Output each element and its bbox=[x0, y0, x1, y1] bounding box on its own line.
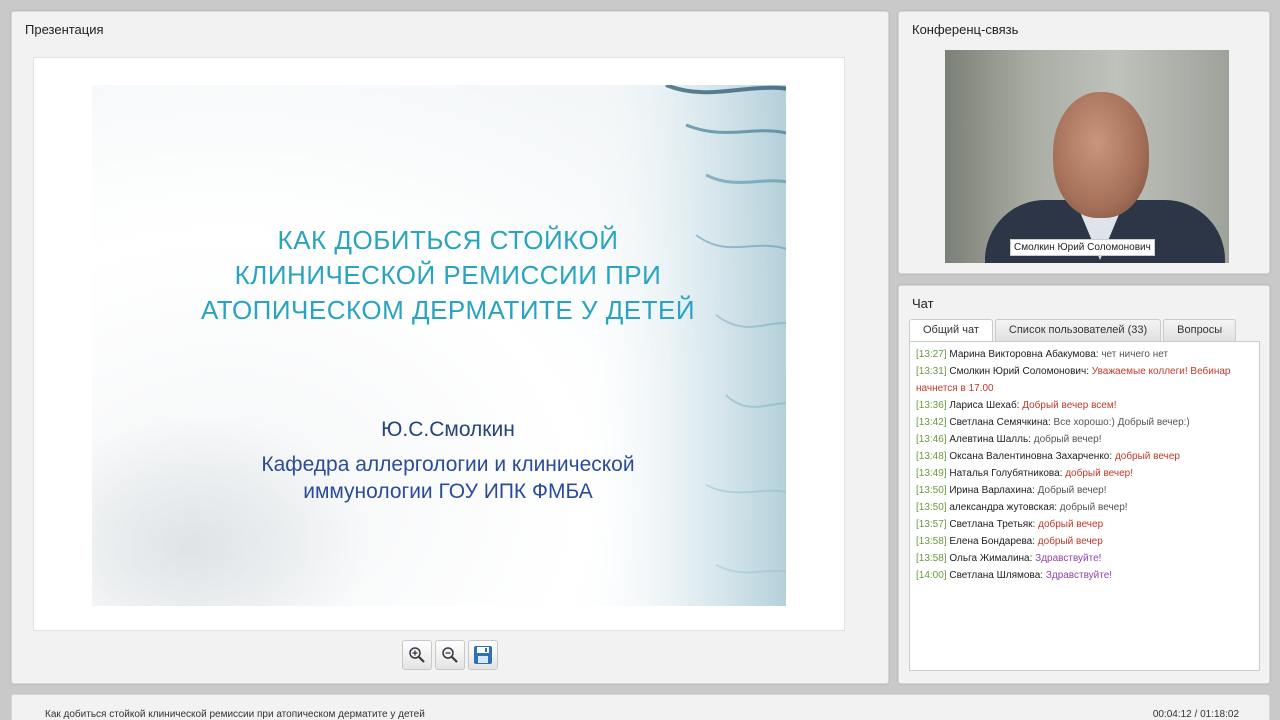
chat-message: [13:58] Елена Бондарева: добрый вечер bbox=[916, 533, 1253, 550]
chat-message: [14:00] Светлана Шлямова: Здравствуйте! bbox=[916, 567, 1253, 584]
chat-message: [13:46] Алевтина Шалль: добрый вечер! bbox=[916, 431, 1253, 448]
tab-user-list[interactable]: Список пользователей (33) bbox=[994, 319, 1162, 341]
chat-message: [13:57] Светлана Третьяк: добрый вечер bbox=[916, 516, 1253, 533]
chat-message-text: добрый вечер bbox=[1038, 519, 1104, 530]
chat-message-text: Здравствуйте! bbox=[1045, 570, 1113, 581]
chat-message-author: Алевтина Шалль: bbox=[946, 434, 1034, 445]
chat-message-time: [13:36] bbox=[916, 400, 947, 411]
chat-message-author: Оксана Валентиновна Захарченко: bbox=[946, 451, 1115, 462]
chat-message: [13:36] Лариса Шехаб: Добрый вечер всем! bbox=[916, 397, 1253, 414]
chat-message-text: добрый вечер! bbox=[1059, 502, 1128, 513]
chat-message: [13:48] Оксана Валентиновна Захарченко: … bbox=[916, 448, 1253, 465]
chat-message-author: Елена Бондарева: bbox=[946, 536, 1038, 547]
chat-message-time: [13:31] bbox=[916, 366, 947, 377]
floppy-disk-icon bbox=[474, 646, 492, 664]
chat-message-author: Светлана Третьяк: bbox=[946, 519, 1039, 530]
chat-message-time: [13:50] bbox=[916, 485, 947, 496]
chat-message-text: Здравствуйте! bbox=[1035, 553, 1102, 564]
slide-title: КАК ДОБИТЬСЯ СТОЙКОЙ КЛИНИЧЕСКОЙ РЕМИССИ… bbox=[92, 223, 786, 328]
chat-message: [13:42] Светлана Семячкина: Все хорошо:)… bbox=[916, 414, 1253, 431]
chat-message-author: Марина Викторовна Абакумова: bbox=[946, 349, 1102, 360]
status-title: Как добиться стойкой клинической ремисси… bbox=[45, 709, 425, 720]
water-decoration bbox=[576, 85, 786, 606]
slide-title-line: АТОПИЧЕСКОМ ДЕРМАТИТЕ У ДЕТЕЙ bbox=[200, 295, 696, 325]
chat-message-text: Добрый вечер! bbox=[1037, 485, 1107, 496]
chat-message-author: Наталья Голубятникова: bbox=[946, 468, 1066, 479]
chat-message-text: добрый вечер bbox=[1114, 451, 1180, 462]
chat-message-time: [13:42] bbox=[916, 417, 947, 428]
status-bar: Как добиться стойкой клинической ремисси… bbox=[11, 694, 1270, 720]
speaker-video: Смолкин Юрий Соломонович bbox=[945, 50, 1229, 263]
slide: КАК ДОБИТЬСЯ СТОЙКОЙ КЛИНИЧЕСКОЙ РЕМИССИ… bbox=[92, 85, 786, 606]
tab-general-chat[interactable]: Общий чат bbox=[909, 319, 993, 342]
zoom-in-icon bbox=[409, 647, 425, 663]
chat-message-time: [13:49] bbox=[916, 468, 947, 479]
slide-department: Кафедра аллергологии и клинической иммун… bbox=[92, 451, 786, 505]
chat-message-time: [13:27] bbox=[916, 349, 947, 360]
slide-title-line: КЛИНИЧЕСКОЙ РЕМИССИИ ПРИ bbox=[234, 260, 662, 290]
slide-background-haze bbox=[92, 415, 372, 606]
chat-message: [13:31] Смолкин Юрий Соломонович: Уважае… bbox=[916, 363, 1253, 397]
chat-message-time: [13:46] bbox=[916, 434, 947, 445]
slide-dept-line: Кафедра аллергологии и клинической bbox=[261, 453, 635, 476]
chat-message-time: [13:50] bbox=[916, 502, 947, 513]
chat-message-author: Светлана Шлямова: bbox=[946, 570, 1046, 581]
chat-tabs: Общий чат Список пользователей (33) Вопр… bbox=[909, 319, 1237, 342]
chat-title: Чат bbox=[912, 296, 934, 311]
zoom-out-icon bbox=[442, 647, 458, 663]
chat-message-text: добрый вечер! bbox=[1033, 434, 1102, 445]
chat-message-author: Ирина Варлахина: bbox=[946, 485, 1038, 496]
slide-frame: КАК ДОБИТЬСЯ СТОЙКОЙ КЛИНИЧЕСКОЙ РЕМИССИ… bbox=[33, 57, 845, 631]
chat-message-time: [13:57] bbox=[916, 519, 947, 530]
chat-message-time: [13:48] bbox=[916, 451, 947, 462]
zoom-in-button[interactable] bbox=[402, 640, 432, 670]
chat-message-author: Смолкин Юрий Соломонович: bbox=[946, 366, 1092, 377]
chat-message: [13:49] Наталья Голубятникова: добрый ве… bbox=[916, 465, 1253, 482]
chat-messages[interactable]: [13:27] Марина Викторовна Абакумова: чет… bbox=[909, 341, 1260, 671]
presentation-title: Презентация bbox=[25, 22, 104, 37]
presentation-panel: Презентация КАК ДОБИТЬСЯ СТОЙКОЙ КЛИНИЧЕ… bbox=[11, 11, 889, 684]
save-button[interactable] bbox=[468, 640, 498, 670]
chat-message-text: добрый вечер! bbox=[1065, 468, 1133, 479]
chat-message-text: Добрый вечер всем! bbox=[1022, 400, 1117, 411]
chat-message-author: Светлана Семячкина: bbox=[946, 417, 1054, 428]
conference-title: Конференц-связь bbox=[912, 22, 1019, 37]
presentation-toolbar bbox=[402, 640, 498, 672]
chat-message-time: [13:58] bbox=[916, 536, 947, 547]
chat-message: [13:50] александра жутовская: добрый веч… bbox=[916, 499, 1253, 516]
tab-questions[interactable]: Вопросы bbox=[1163, 319, 1237, 341]
chat-message: [13:27] Марина Викторовна Абакумова: чет… bbox=[916, 346, 1253, 363]
chat-message-author: Лариса Шехаб: bbox=[946, 400, 1023, 411]
chat-panel: Чат Общий чат Список пользователей (33) … bbox=[898, 285, 1270, 684]
slide-author: Ю.С.Смолкин bbox=[381, 418, 515, 441]
chat-message-text: Все хорошо:) Добрый вечер:) bbox=[1053, 417, 1190, 428]
chat-message-text: добрый вечер bbox=[1037, 536, 1103, 547]
chat-message: [13:58] Ольга Жималина: Здравствуйте! bbox=[916, 550, 1253, 567]
chat-message-time: [13:58] bbox=[916, 553, 947, 564]
chat-message: [13:50] Ирина Варлахина: Добрый вечер! bbox=[916, 482, 1253, 499]
slide-title-line: КАК ДОБИТЬСЯ СТОЙКОЙ bbox=[277, 225, 619, 255]
chat-message-author: александра жутовская: bbox=[946, 502, 1060, 513]
playback-time: 00:04:12 / 01:18:02 bbox=[1152, 709, 1239, 720]
slide-dept-line: иммунологии ГОУ ИПК ФМБА bbox=[303, 480, 593, 503]
speaker-head bbox=[1053, 92, 1149, 218]
chat-message-time: [14:00] bbox=[916, 570, 947, 581]
chat-message-author: Ольга Жималина: bbox=[946, 553, 1036, 564]
conference-panel: Конференц-связь Смолкин Юрий Соломонович bbox=[898, 11, 1270, 274]
speaker-name-tag: Смолкин Юрий Соломонович bbox=[1010, 239, 1155, 256]
zoom-out-button[interactable] bbox=[435, 640, 465, 670]
chat-message-text: чет ничего нет bbox=[1101, 349, 1169, 360]
